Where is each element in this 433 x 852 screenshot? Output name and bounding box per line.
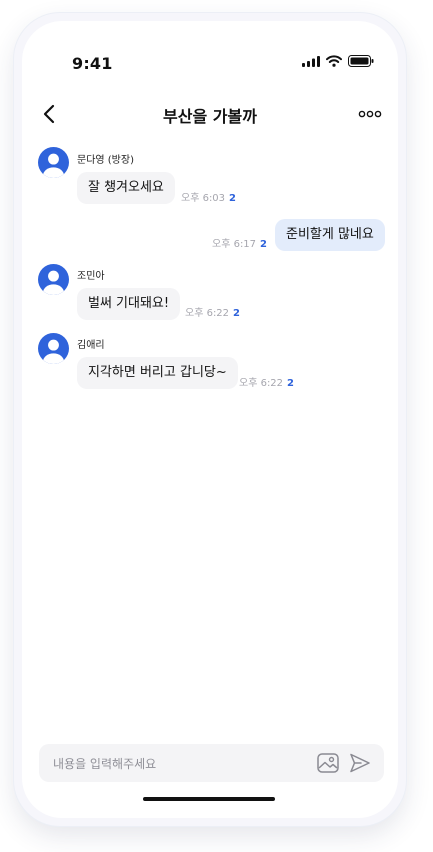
- battery-icon: [348, 55, 374, 67]
- message-meta: 오후 6:17 2: [212, 235, 267, 250]
- signal-icon: [302, 55, 320, 67]
- home-indicator: [143, 797, 275, 801]
- message-meta: 오후 6:03 2: [181, 189, 236, 204]
- message-bubble[interactable]: 벌써 기대돼요!: [77, 288, 181, 320]
- message-bubble[interactable]: 지각하면 버리고 갑니당~: [77, 357, 238, 389]
- image-attach-icon[interactable]: [317, 753, 339, 773]
- message-composer: [39, 744, 384, 784]
- status-bar: 9:41: [22, 21, 398, 93]
- avatar-icon[interactable]: [38, 333, 69, 364]
- phone-frame: 9:41 부산을 가볼까 문다영 (방장) 잘 챙겨오세요 오후 6:03 2 …: [14, 13, 406, 826]
- more-options-icon[interactable]: [358, 108, 382, 120]
- sender-name: 김애리: [77, 340, 105, 351]
- unread-count: 2: [233, 308, 241, 319]
- unread-count: 2: [287, 378, 295, 389]
- message-meta: 오후 6:22 2: [185, 304, 240, 319]
- message-meta: 오후 6:22 2: [239, 374, 294, 389]
- message-bubble-own[interactable]: 준비할게 많네요: [275, 219, 385, 251]
- status-icons: [302, 55, 374, 67]
- wifi-icon: [326, 55, 342, 67]
- sender-name: 조민아: [77, 271, 105, 282]
- unread-count: 2: [229, 193, 237, 204]
- chat-room-title: 부산을 가볼까: [163, 107, 257, 126]
- avatar-icon[interactable]: [38, 264, 69, 295]
- message-bubble[interactable]: 잘 챙겨오세요: [77, 172, 175, 204]
- message-input[interactable]: [51, 744, 295, 784]
- message-time: 오후 6:03: [181, 193, 226, 204]
- message-time: 오후 6:22: [239, 378, 284, 389]
- unread-count: 2: [260, 239, 268, 250]
- chat-header: 부산을 가볼까: [22, 93, 398, 137]
- message-time: 오후 6:17: [212, 239, 257, 250]
- status-time: 9:41: [72, 54, 113, 73]
- send-icon[interactable]: [349, 752, 371, 774]
- chat-screen: 9:41 부산을 가볼까 문다영 (방장) 잘 챙겨오세요 오후 6:03 2 …: [22, 21, 398, 818]
- sender-name: 문다영 (방장): [77, 155, 134, 166]
- message-time: 오후 6:22: [185, 308, 230, 319]
- avatar-icon[interactable]: [38, 147, 69, 178]
